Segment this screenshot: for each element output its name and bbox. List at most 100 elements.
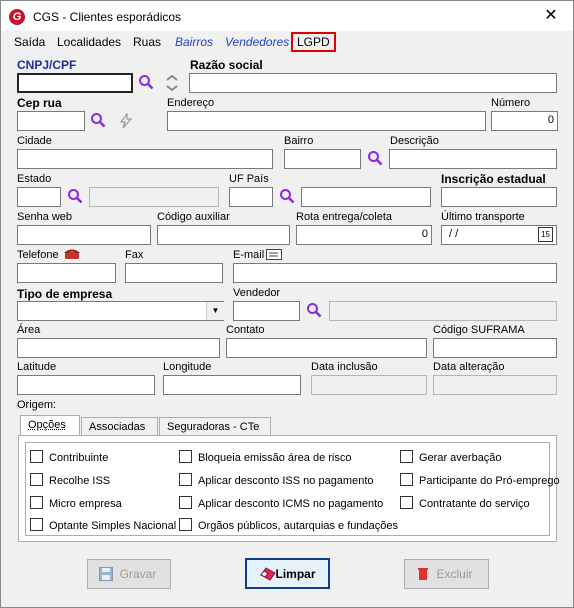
search-icon[interactable] (67, 188, 83, 204)
chevron-down-icon[interactable]: ▼ (206, 302, 224, 320)
tab-associadas[interactable]: Associadas (81, 417, 158, 436)
area-label: Área (17, 324, 41, 336)
checkbox-desconto-iss[interactable]: Aplicar desconto ISS no pagamento (179, 473, 374, 487)
cnpj-label: CNPJ/CPF (17, 58, 77, 72)
menu-vendedores[interactable]: Vendedores (225, 35, 289, 49)
limpar-button[interactable]: Limpar (245, 558, 330, 589)
search-icon[interactable] (138, 74, 154, 90)
data-alteracao-label: Data alteração (433, 361, 505, 373)
tipo-empresa-label: Tipo de empresa (17, 287, 113, 301)
lightning-icon[interactable] (118, 113, 134, 129)
estado-descricao-readonly (89, 187, 219, 207)
origem-label: Origem: (17, 399, 57, 411)
checkbox-recolhe-iss[interactable]: Recolhe ISS (30, 473, 110, 487)
email-label: E-mail (233, 249, 265, 261)
senha-web-input[interactable] (17, 225, 151, 245)
fax-input[interactable] (125, 263, 223, 283)
cidade-label: Cidade (17, 135, 52, 147)
codigo-suframa-input[interactable] (433, 338, 557, 358)
estado-label: Estado (17, 173, 52, 185)
close-icon[interactable]: ✕ (539, 5, 563, 27)
menu-lgpd[interactable]: LGPD (291, 32, 336, 52)
checkbox-contratante-servico[interactable]: Contratante do serviço (400, 496, 530, 510)
data-inclusao-readonly (311, 375, 427, 395)
menu-bar: Saída Localidades Ruas Bairros Vendedore… (1, 31, 573, 53)
rota-input[interactable]: 0 (296, 225, 432, 245)
telefone-label: Telefone (17, 249, 59, 261)
data-inclusao-label: Data inclusão (311, 361, 378, 373)
codigo-auxiliar-input[interactable] (157, 225, 290, 245)
checkbox-micro-empresa[interactable]: Micro empresa (30, 496, 122, 510)
search-icon[interactable] (90, 112, 106, 128)
checkbox-contribuinte[interactable]: Contribuinte (30, 450, 108, 464)
rota-label: Rota entrega/coleta (296, 211, 393, 223)
longitude-label: Longitude (163, 361, 212, 373)
tab-opcoes[interactable]: Opções (20, 415, 80, 436)
options-group: Contribuinte Recolhe ISS Micro empresa O… (25, 442, 560, 536)
codigo-suframa-label: Código SUFRAMA (433, 324, 525, 336)
phone-icon (64, 249, 80, 259)
email-input[interactable] (233, 263, 557, 283)
vendedor-nome-readonly (329, 301, 557, 321)
menu-localidades[interactable]: Localidades (57, 35, 121, 49)
numero-input[interactable]: 0 (491, 111, 558, 131)
search-icon[interactable] (279, 188, 295, 204)
window-title: CGS - Clientes esporádicos (33, 10, 182, 24)
gravar-button[interactable]: Gravar (87, 559, 171, 589)
numero-label: Número (491, 97, 531, 109)
excluir-label: Excluir (436, 567, 473, 581)
razao-social-input[interactable] (189, 73, 557, 93)
gravar-label: Gravar (119, 567, 157, 581)
pais-input[interactable] (301, 187, 431, 207)
trash-icon (418, 568, 428, 580)
cidade-input[interactable] (17, 149, 273, 169)
menu-ruas[interactable]: Ruas (133, 35, 161, 49)
data-alteracao-readonly (433, 375, 557, 395)
codigo-auxiliar-label: Código auxiliar (157, 211, 230, 223)
excluir-button[interactable]: Excluir (404, 559, 489, 589)
search-icon[interactable] (306, 302, 322, 318)
cep-rua-label: Cep rua (17, 96, 62, 110)
contato-input[interactable] (226, 338, 427, 358)
area-input[interactable] (17, 338, 220, 358)
bairro-input[interactable] (284, 149, 361, 169)
menu-bairros[interactable]: Bairros (175, 35, 213, 49)
cnpj-input[interactable] (17, 73, 133, 93)
date-value: / / (449, 228, 459, 240)
checkbox-orgaos-publicos[interactable]: Orgãos públicos, autarquias e fundações (179, 518, 398, 532)
endereco-input[interactable] (167, 111, 486, 131)
vendedor-input[interactable] (233, 301, 300, 321)
inscricao-estadual-label: Inscrição estadual (441, 172, 546, 186)
endereco-label: Endereço (167, 97, 215, 109)
inscricao-estadual-input[interactable] (441, 187, 557, 207)
senha-web-label: Senha web (17, 211, 73, 223)
latitude-input[interactable] (17, 375, 155, 395)
client-window: G CGS - Clientes esporádicos ✕ Saída Loc… (0, 0, 574, 608)
contato-label: Contato (226, 324, 265, 336)
cep-input[interactable] (17, 111, 85, 131)
tipo-empresa-select[interactable] (17, 301, 224, 321)
vendedor-label: Vendedor (233, 287, 281, 299)
descricao-label: Descrição (390, 135, 439, 147)
search-icon[interactable] (367, 150, 383, 166)
razao-social-label: Razão social (190, 58, 263, 72)
latitude-label: Latitude (17, 361, 57, 373)
calendar-icon[interactable]: 15 (538, 227, 553, 242)
fax-label: Fax (125, 249, 144, 261)
swap-icon[interactable] (164, 75, 180, 91)
checkbox-bloqueia-emissao[interactable]: Bloqueia emissão área de risco (179, 450, 351, 464)
eraser-icon (260, 567, 276, 581)
estado-input[interactable] (17, 187, 61, 207)
uf-pais-input[interactable] (229, 187, 273, 207)
tab-seguradoras-cte[interactable]: Seguradoras - CTe (159, 417, 271, 436)
telefone-input[interactable] (17, 263, 116, 283)
longitude-input[interactable] (163, 375, 301, 395)
checkbox-desconto-icms[interactable]: Aplicar desconto ICMS no pagamento (179, 496, 383, 510)
limpar-label: Limpar (275, 567, 316, 581)
descricao-input[interactable] (389, 149, 557, 169)
checkbox-pro-emprego[interactable]: Participante do Pró-emprego (400, 473, 560, 487)
checkbox-optante-simples[interactable]: Optante Simples Nacional (30, 518, 176, 532)
menu-saida[interactable]: Saída (14, 35, 45, 49)
email-icon (266, 249, 282, 260)
checkbox-gerar-averbacao[interactable]: Gerar averbação (400, 450, 502, 464)
